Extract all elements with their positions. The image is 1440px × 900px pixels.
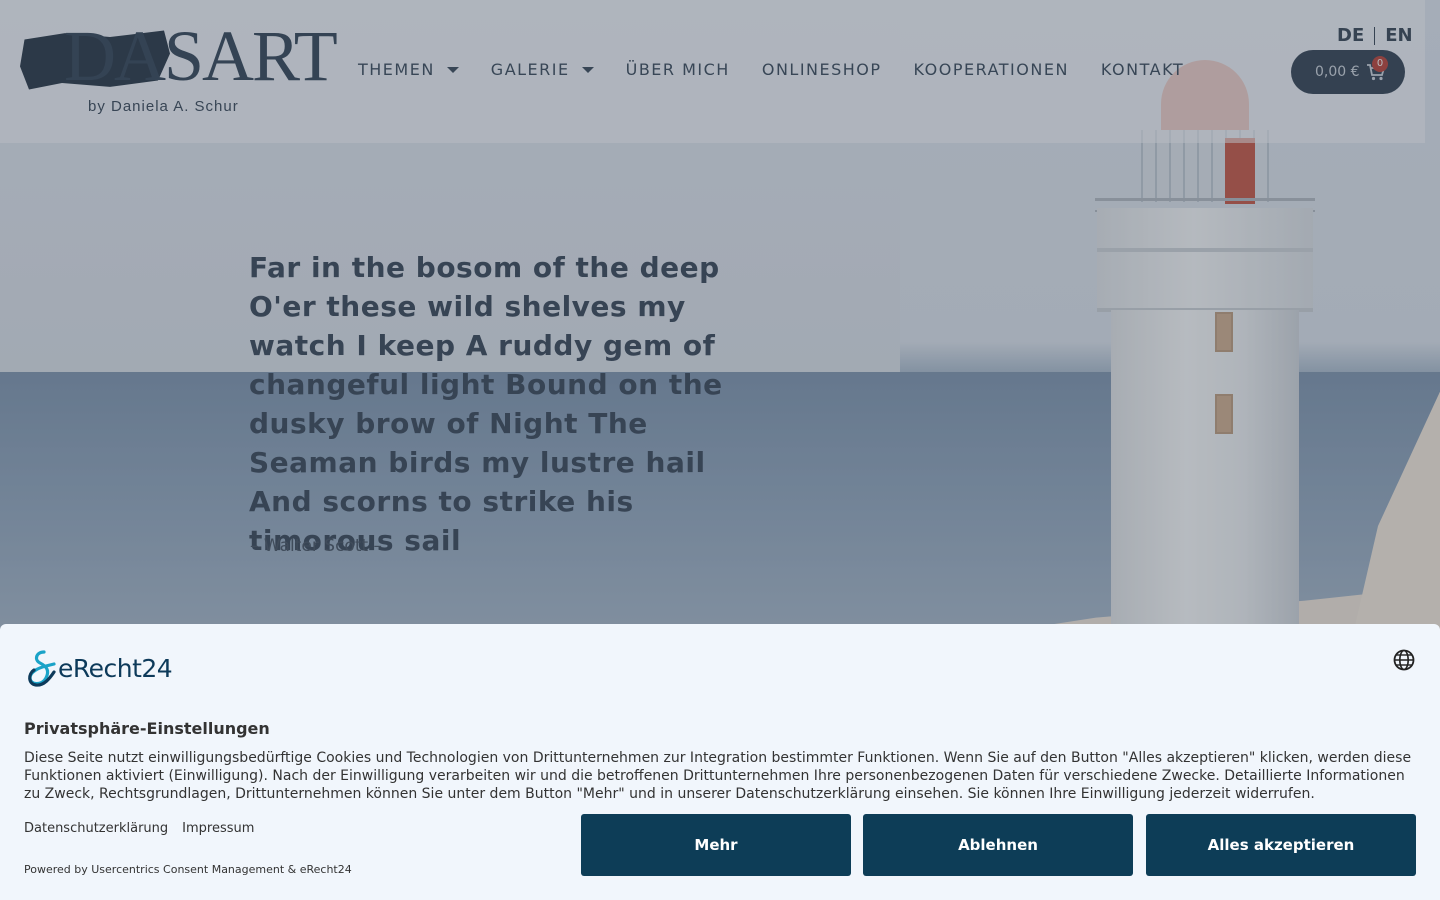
cookie-consent-banner: eRecht24 Privatsphäre-Einstellungen Dies… <box>0 624 1440 900</box>
more-button[interactable]: Mehr <box>581 814 851 876</box>
powered-by-text: Powered by Usercentrics Consent Manageme… <box>24 863 352 876</box>
accept-all-button[interactable]: Alles akzeptieren <box>1146 814 1416 876</box>
erecht24-mark-icon <box>24 648 58 688</box>
deny-button[interactable]: Ablehnen <box>863 814 1133 876</box>
imprint-link[interactable]: Impressum <box>182 821 254 836</box>
consent-description: Diese Seite nutzt einwilligungsbedürftig… <box>24 750 1412 802</box>
consent-links: Datenschutzerklärung Impressum <box>24 821 268 836</box>
language-globe-icon[interactable] <box>1393 649 1415 671</box>
erecht24-logo: eRecht24 <box>24 648 173 688</box>
privacy-policy-link[interactable]: Datenschutzerklärung <box>24 821 168 836</box>
erecht24-brand: eRecht24 <box>58 653 173 683</box>
consent-title: Privatsphäre-Einstellungen <box>24 719 270 738</box>
